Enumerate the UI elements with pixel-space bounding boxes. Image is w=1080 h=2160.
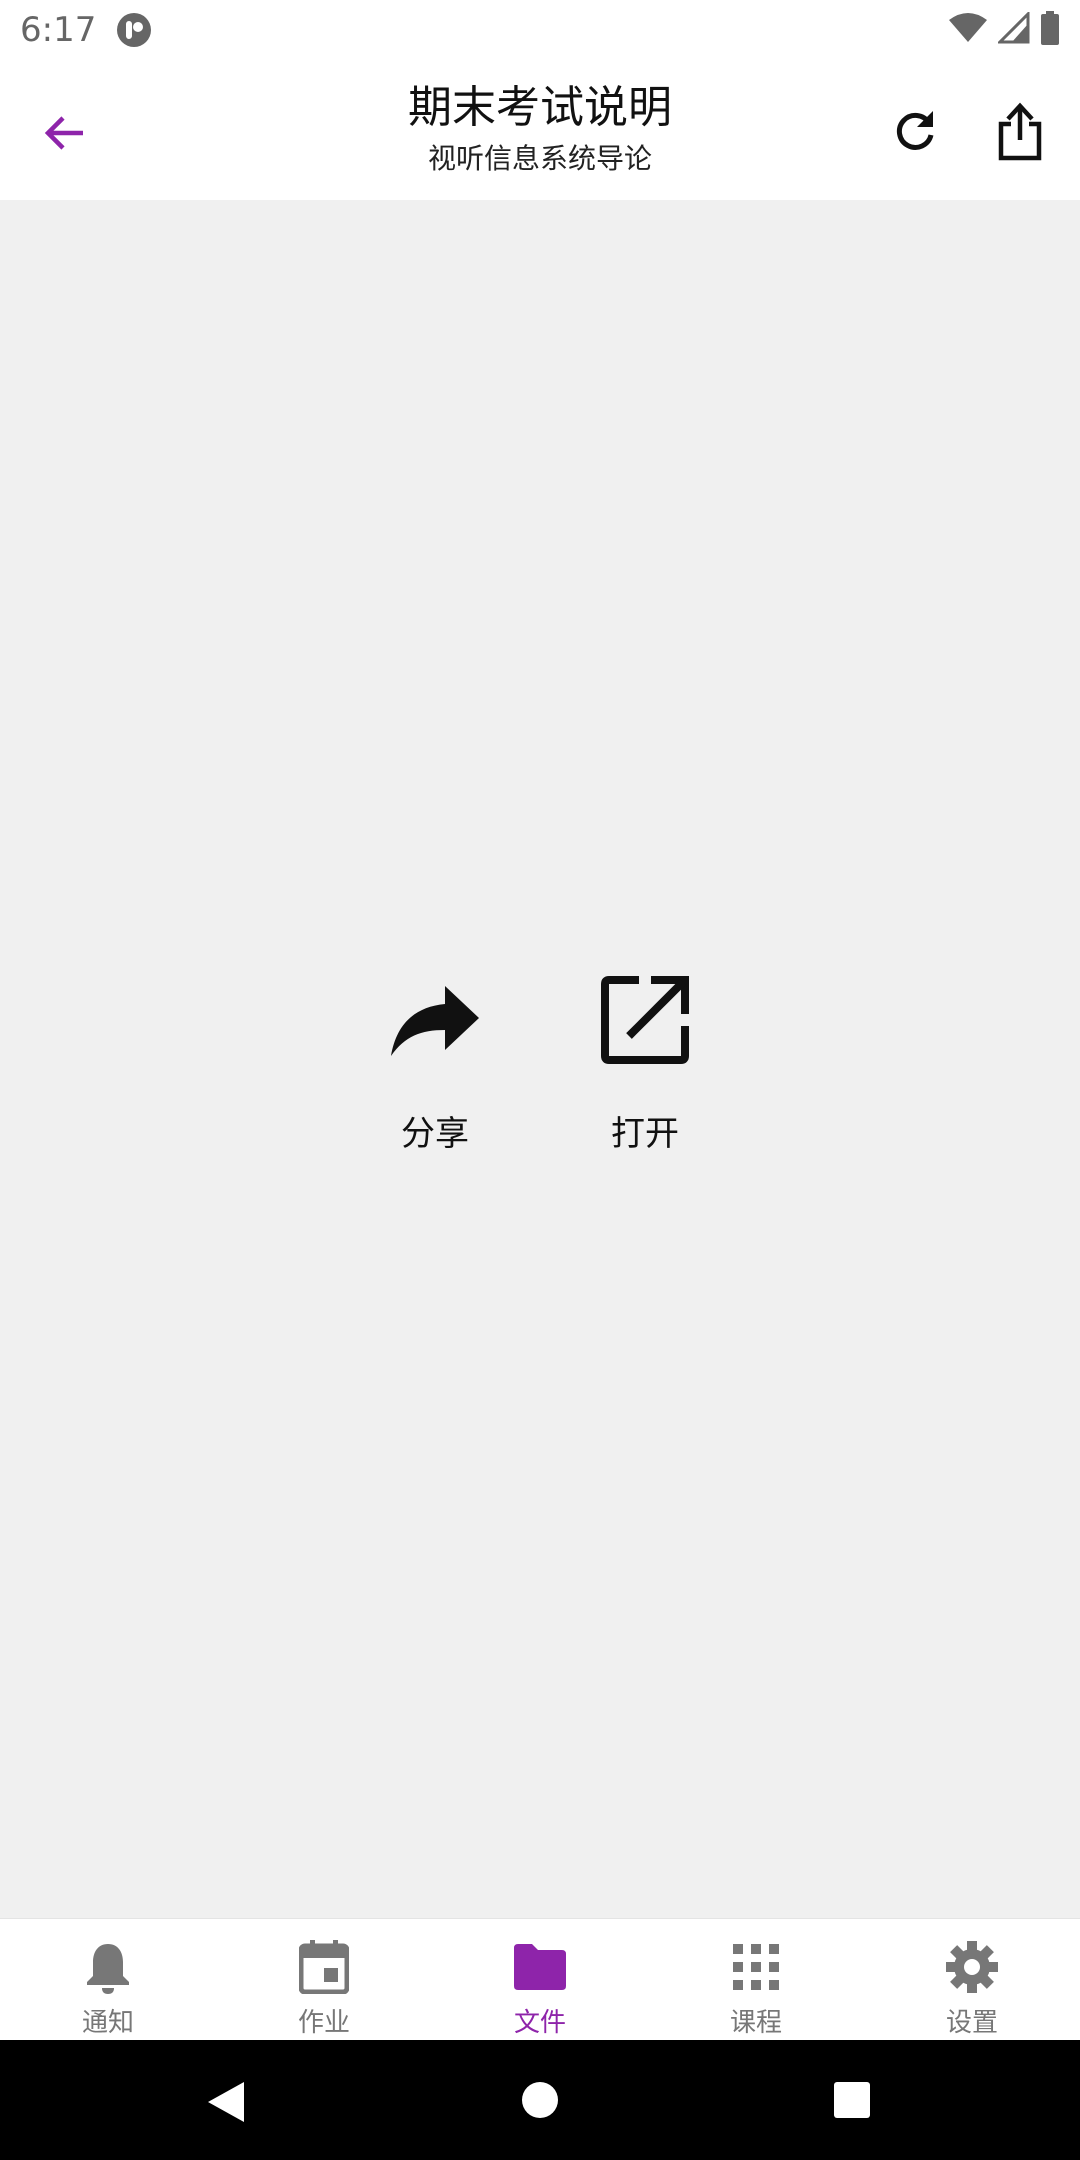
arrow-back-icon <box>41 109 89 161</box>
nav-item-assignments[interactable]: 作业 <box>216 1919 432 2040</box>
nav-label-files: 文件 <box>513 2008 566 2038</box>
nav-label-assignments: 作业 <box>297 2008 350 2038</box>
status-bar: 6:17 <box>0 0 1080 60</box>
system-recents-icon[interactable] <box>834 2082 870 2118</box>
share-button[interactable] <box>985 96 1055 172</box>
file-preview-area: 分享 打开 <box>0 200 1080 1918</box>
bottom-navigation: 通知 作业 文件 课程 设置 <box>0 1918 1080 2040</box>
system-back-icon[interactable] <box>204 2080 248 2124</box>
open-in-new-icon <box>595 970 695 1070</box>
gear-icon <box>942 1937 1002 1997</box>
refresh-button[interactable] <box>880 98 950 168</box>
nav-item-settings[interactable]: 设置 <box>864 1919 1080 2040</box>
nav-item-notifications[interactable]: 通知 <box>0 1919 216 2040</box>
bell-icon <box>78 1937 138 1997</box>
nav-item-files[interactable]: 文件 <box>432 1919 648 2040</box>
nav-label-notifications: 通知 <box>81 2008 134 2038</box>
wifi-icon <box>948 12 988 48</box>
page-title: 期末考试说明 <box>408 82 672 133</box>
share-arrow-icon <box>385 970 485 1070</box>
back-button[interactable] <box>30 100 100 170</box>
cellular-signal-icon <box>996 10 1030 48</box>
share-action[interactable]: 分享 <box>365 970 505 1156</box>
app-bar: 期末考试说明 视听信息系统导论 <box>0 60 1080 200</box>
system-home-icon[interactable] <box>522 2082 558 2118</box>
nav-label-settings: 设置 <box>945 2008 998 2038</box>
battery-icon <box>1040 11 1060 49</box>
upload-share-icon <box>997 102 1043 166</box>
page-subtitle: 视听信息系统导论 <box>427 142 652 175</box>
open-action[interactable]: 打开 <box>575 970 715 1156</box>
nav-label-courses: 课程 <box>729 2008 782 2038</box>
folder-icon <box>510 1937 570 1997</box>
grid-icon <box>726 1937 786 1997</box>
refresh-icon <box>891 107 939 159</box>
status-icons <box>948 10 1060 49</box>
nav-item-courses[interactable]: 课程 <box>648 1919 864 2040</box>
calendar-icon <box>294 1937 354 1997</box>
title-block: 期末考试说明 视听信息系统导论 <box>260 80 820 178</box>
status-time: 6:17 <box>20 10 97 50</box>
notification-app-icon <box>116 12 152 48</box>
share-label: 分享 <box>401 1114 469 1154</box>
system-navigation-bar <box>0 2040 1080 2160</box>
open-label: 打开 <box>611 1114 679 1154</box>
